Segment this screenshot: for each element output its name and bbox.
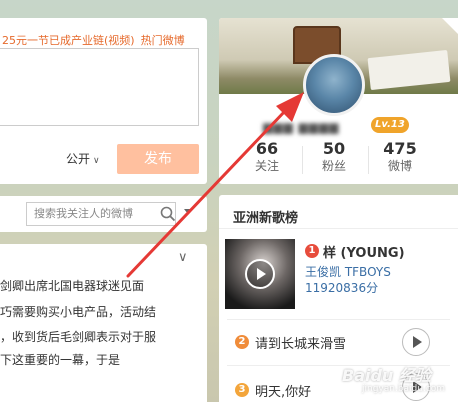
post-textarea[interactable] xyxy=(0,48,199,126)
profile-username[interactable]: ▆▆▆ ▆▆▆▆ xyxy=(263,120,339,134)
song-score: 11920836分 xyxy=(305,281,379,295)
avatar[interactable] xyxy=(303,54,365,116)
divider xyxy=(227,319,450,320)
feed-text-line: 巧需要购买小电产品，活动结 xyxy=(0,305,157,319)
visibility-label: 公开 xyxy=(66,152,91,166)
post-button[interactable]: 发布 xyxy=(117,144,199,174)
hot-weibo-link[interactable]: 热门微博 xyxy=(141,34,185,47)
feed-options-chevron-icon[interactable]: ∨ xyxy=(178,250,188,265)
feed-card: ∨ 剑卿出席北国电器球迷见面 巧需要购买小电产品，活动结 ，收到货后毛剑卿表示对… xyxy=(0,244,207,402)
level-badge[interactable]: Lv.13 xyxy=(371,117,409,133)
watermark-url: jingyan.baidu.com xyxy=(362,384,446,394)
visibility-select[interactable]: 公开 ∨ xyxy=(66,150,100,167)
song-title[interactable]: 明天,你好 xyxy=(255,381,311,400)
feed-text-line: ，收到货后毛剑卿表示对于服 xyxy=(0,330,157,344)
publish-box: 25元一节已成产业链(视频) 热门微博 公开 ∨ 发布 xyxy=(0,18,207,184)
cover-corner-fold-icon[interactable] xyxy=(442,18,458,34)
stat-weibo-label: 微博 xyxy=(387,159,412,173)
rank-badge: 1 xyxy=(305,244,319,258)
song-title[interactable]: 请到长城来滑雪 xyxy=(255,333,346,352)
feed-text-line: 下这重要的一幕，于是 xyxy=(0,353,121,367)
stat-following-label: 关注 xyxy=(254,159,279,173)
stat-followers-value: 50 xyxy=(322,139,346,158)
chevron-down-icon: ∨ xyxy=(93,156,100,166)
song-artist[interactable]: 王俊凯 TFBOYS xyxy=(305,263,391,280)
follow-search-bar: 搜索我关注人的微博 xyxy=(0,196,207,232)
follow-search-input[interactable]: 搜索我关注人的微博 xyxy=(26,202,176,226)
stat-followers[interactable]: 50 粉丝 xyxy=(301,140,367,174)
hot-topic-line: 25元一节已成产业链(视频) 热门微博 xyxy=(2,32,185,48)
stat-weibo[interactable]: 475 微博 xyxy=(367,140,433,174)
cover-book-prop xyxy=(367,49,451,91)
song-title[interactable]: 样 (YOUNG) xyxy=(323,242,405,261)
stat-followers-label: 粉丝 xyxy=(321,159,346,173)
watermark-logo: Baidu 经验 xyxy=(342,366,431,385)
stat-following-value: 66 xyxy=(255,139,279,158)
divider xyxy=(219,228,458,229)
profile-card: ▆▆▆ ▆▆▆▆ Lv.13 66 关注 50 粉丝 475 微博 xyxy=(219,18,458,184)
hot-topic-link[interactable]: 25元一节已成产业链(视频) xyxy=(2,34,135,47)
stat-following[interactable]: 66 关注 xyxy=(234,140,300,174)
rank-badge: 2 xyxy=(235,335,249,349)
search-icon[interactable] xyxy=(160,206,176,222)
search-filter-dropdown-icon[interactable] xyxy=(184,209,192,214)
play-button[interactable] xyxy=(402,328,430,356)
rank-badge: 3 xyxy=(235,383,249,397)
cover-play-icon[interactable] xyxy=(245,259,275,289)
stat-weibo-value: 475 xyxy=(383,139,417,158)
chart-title[interactable]: 亚洲新歌榜 xyxy=(233,207,298,226)
feed-text-line: 剑卿出席北国电器球迷见面 xyxy=(0,279,145,293)
